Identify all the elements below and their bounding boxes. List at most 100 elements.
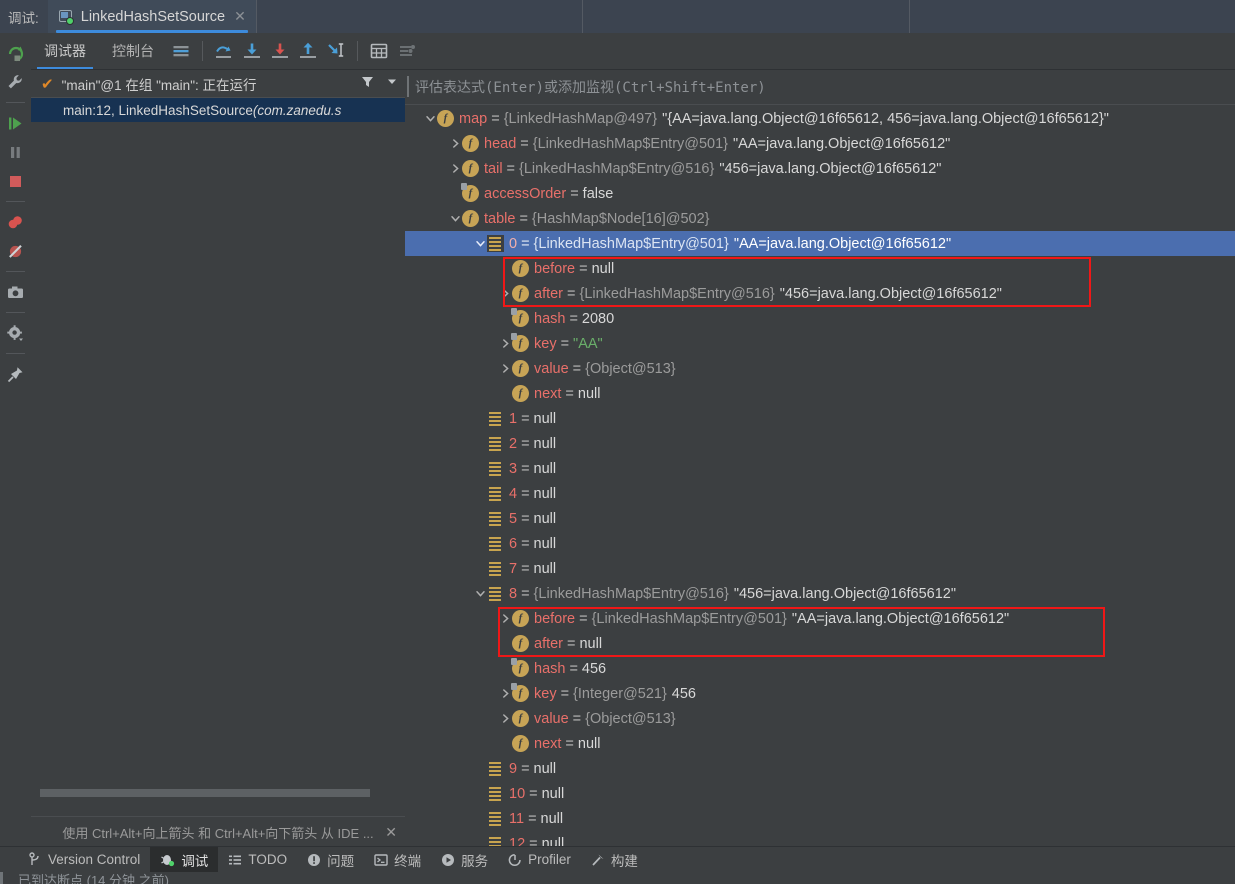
resume-program-icon[interactable] <box>2 109 29 137</box>
chevron-right-icon[interactable] <box>448 131 462 156</box>
tree-row[interactable]: 0 = {LinkedHashMap$Entry@501} "AA=java.lang… <box>405 231 1235 256</box>
statusbar-label: Profiler <box>528 852 571 867</box>
tree-row[interactable]: 4 = null <box>405 481 1235 506</box>
toolbar-divider-2 <box>357 41 358 61</box>
tree-row[interactable]: f after = null <box>405 631 1235 656</box>
tree-row[interactable]: f before = {LinkedHashMap$Entry@501} "AA=jav… <box>405 606 1235 631</box>
statusbar-label: Version Control <box>48 852 141 867</box>
profiler-icon <box>508 853 522 867</box>
equals-sign: = <box>565 385 574 402</box>
build-hammer-icon <box>591 853 605 867</box>
chevron-right-icon[interactable] <box>498 356 512 381</box>
filter-icon[interactable] <box>360 74 375 94</box>
tree-row[interactable]: f hash = 456 <box>405 656 1235 681</box>
tree-row[interactable]: 11 = null <box>405 806 1235 831</box>
variables-panel: 评估表达式(Enter)或添加监视(Ctrl+Shift+Enter) f map… <box>405 70 1235 852</box>
statusbar-item-services[interactable]: 服务 <box>431 847 498 872</box>
tree-row[interactable]: f before = null <box>405 256 1235 281</box>
chevron-down-icon[interactable] <box>385 74 399 93</box>
tree-row[interactable]: f key = {Integer@521} 456 <box>405 681 1235 706</box>
force-step-into-icon[interactable] <box>266 37 294 65</box>
scrollbar-thumb[interactable] <box>40 789 370 797</box>
variable-value: "456=java.lang.Object@16f65612" <box>719 160 942 177</box>
tree-row[interactable]: f value = {Object@513} <box>405 706 1235 731</box>
tree-row[interactable]: f map = {LinkedHashMap@497} "{AA=java.lang.O… <box>405 106 1235 131</box>
stack-frame-row[interactable]: main:12, LinkedHashSetSource (com.zanedu… <box>31 98 405 122</box>
variables-tree[interactable]: f map = {LinkedHashMap@497} "{AA=java.lang.O… <box>405 105 1235 856</box>
variable-value: "AA=java.lang.Object@16f65612" <box>733 235 952 252</box>
tree-row[interactable]: f value = {Object@513} <box>405 356 1235 381</box>
tab-debugger[interactable]: 调试器 <box>31 33 99 69</box>
variable-name: 5 <box>509 510 518 527</box>
equals-sign: = <box>491 110 500 127</box>
chevron-right-icon[interactable] <box>498 281 512 306</box>
edit-configurations-icon[interactable] <box>2 68 29 96</box>
equals-sign: = <box>529 785 538 802</box>
evaluate-expression-bar[interactable]: 评估表达式(Enter)或添加监视(Ctrl+Shift+Enter) <box>405 70 1235 105</box>
statusbar-item-version-control[interactable]: Version Control <box>18 847 150 872</box>
tree-row[interactable]: f accessOrder = false <box>405 181 1235 206</box>
statusbar-item-profiler[interactable]: Profiler <box>498 847 581 872</box>
statusbar-item-debug[interactable]: 调试 <box>150 847 219 872</box>
thread-selector[interactable]: ✔ "main"@1 在组 "main": 正在运行 <box>31 70 405 98</box>
tab-slot-empty-3 <box>910 0 1235 33</box>
chevron-right-icon[interactable] <box>498 706 512 731</box>
tree-row[interactable]: f after = {LinkedHashMap$Entry@516} "456=jav… <box>405 281 1235 306</box>
tree-row[interactable]: f hash = 2080 <box>405 306 1235 331</box>
chevron-right-icon[interactable] <box>448 156 462 181</box>
chevron-right-icon[interactable] <box>498 681 512 706</box>
variable-value: null <box>533 560 557 577</box>
tree-row[interactable]: f table = {HashMap$Node[16]@502} <box>405 206 1235 231</box>
frames-horizontal-scrollbar[interactable] <box>40 787 398 799</box>
tree-row[interactable]: f key = "AA" <box>405 331 1235 356</box>
tree-row[interactable]: 8 = {LinkedHashMap$Entry@516} "456=java.lan… <box>405 581 1235 606</box>
chevron-down-icon[interactable] <box>473 581 487 606</box>
step-out-icon[interactable] <box>294 37 322 65</box>
tree-row[interactable]: 3 = null <box>405 456 1235 481</box>
chevron-down-icon[interactable] <box>448 206 462 231</box>
step-over-icon[interactable] <box>210 37 238 65</box>
tab-linkedhashsetsource[interactable]: LinkedHashSetSource ✕ <box>47 0 257 33</box>
statusbar-item-terminal[interactable]: 终端 <box>364 847 431 872</box>
tree-row[interactable]: f next = null <box>405 381 1235 406</box>
step-into-icon[interactable] <box>238 37 266 65</box>
tree-row[interactable]: f tail = {LinkedHashMap$Entry@516} "456=java… <box>405 156 1235 181</box>
tab-console[interactable]: 控制台 <box>99 33 167 69</box>
tree-row[interactable]: f next = null <box>405 731 1235 756</box>
settings-layout-icon[interactable] <box>393 37 421 65</box>
tree-row[interactable]: 2 = null <box>405 431 1235 456</box>
tree-row[interactable]: 6 = null <box>405 531 1235 556</box>
tree-row[interactable]: 10 = null <box>405 781 1235 806</box>
chevron-right-icon[interactable] <box>498 606 512 631</box>
tree-row[interactable]: 1 = null <box>405 406 1235 431</box>
tree-row[interactable]: 7 = null <box>405 556 1235 581</box>
equals-sign: = <box>521 235 530 252</box>
run-to-cursor-icon[interactable] <box>322 37 350 65</box>
close-icon[interactable]: ✕ <box>385 824 397 841</box>
rerun-icon[interactable] <box>2 39 29 67</box>
statusbar-item-problems[interactable]: 问题 <box>297 847 364 872</box>
tree-row[interactable]: 9 = null <box>405 756 1235 781</box>
chevron-down-icon[interactable] <box>423 106 437 131</box>
equals-sign: = <box>521 560 530 577</box>
variable-value: null <box>533 760 557 777</box>
mute-breakpoints-icon[interactable] <box>2 237 29 265</box>
chevron-down-icon[interactable] <box>473 231 487 256</box>
pin-icon[interactable] <box>2 360 29 388</box>
tree-row[interactable]: 5 = null <box>405 506 1235 531</box>
tree-row[interactable]: f head = {LinkedHashMap$Entry@501} "AA=java.… <box>405 131 1235 156</box>
screenshot-icon[interactable] <box>2 278 29 306</box>
settings-icon[interactable] <box>2 319 29 347</box>
view-breakpoints-icon[interactable] <box>2 208 29 236</box>
statusbar-item-build[interactable]: 构建 <box>581 847 648 872</box>
close-icon[interactable]: ✕ <box>234 8 246 25</box>
equals-sign: = <box>521 760 530 777</box>
evaluate-expression-icon[interactable] <box>365 37 393 65</box>
frames-icon[interactable] <box>167 37 195 65</box>
chevron-right-icon[interactable] <box>498 331 512 356</box>
bottom-status-bar: Version Control 调试 TODO 问题 终端 服务 Profile… <box>0 846 1235 872</box>
stop-icon[interactable] <box>2 167 29 195</box>
statusbar-item-todo[interactable]: TODO <box>218 847 297 872</box>
equals-sign: = <box>565 735 574 752</box>
